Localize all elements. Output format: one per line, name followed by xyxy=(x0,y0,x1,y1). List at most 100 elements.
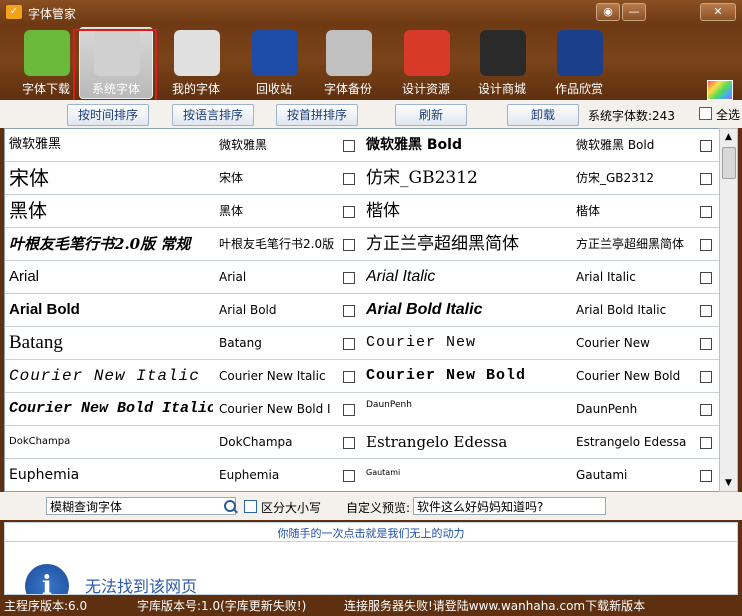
library-version: 字库版本号:1.0(字库更新失败!) xyxy=(137,599,307,613)
select-all-checkbox[interactable] xyxy=(699,107,712,120)
case-sensitive-label: 区分大小写 xyxy=(261,501,322,515)
font-select-checkbox[interactable] xyxy=(343,305,355,317)
font-select-checkbox[interactable] xyxy=(700,272,712,284)
font-select-checkbox[interactable] xyxy=(700,140,712,152)
font-row: Arial Arial Arial Italic Arial Italic xyxy=(5,261,719,294)
toolbar-item[interactable]: 我的字体 xyxy=(160,28,232,98)
font-row: 宋体 宋体 仿宋_GB2312 仿宋_GB2312 xyxy=(5,162,719,195)
font-select-checkbox[interactable] xyxy=(700,173,712,185)
sort-by-time-button[interactable]: 按时间排序 xyxy=(67,104,149,126)
font-sample-preview: DokChampa xyxy=(9,436,71,447)
scroll-up-arrow-icon[interactable]: ▲ xyxy=(720,129,737,145)
font-select-checkbox[interactable] xyxy=(343,371,355,383)
font-sample-preview: Arial Italic xyxy=(366,268,436,285)
toolbar-item[interactable]: 字体备份 xyxy=(312,28,384,98)
slogan-text[interactable]: 你随手的一次点击就是我们无上的动力 xyxy=(5,525,737,541)
font-select-checkbox[interactable] xyxy=(343,173,355,185)
font-select-checkbox[interactable] xyxy=(700,437,712,449)
download-arrow-icon xyxy=(24,30,70,76)
custom-preview-input[interactable]: 软件这么好妈妈知道吗? xyxy=(413,497,606,515)
font-select-checkbox[interactable] xyxy=(700,470,712,482)
font-name-label: 微软雅黑 Bold xyxy=(576,138,655,152)
font-sample-preview: 微软雅黑 xyxy=(9,137,62,152)
font-select-checkbox[interactable] xyxy=(343,140,355,152)
font-name-label: 叶根友毛笔行书2.0版 xyxy=(219,237,335,251)
font-name-label: Courier New Bold xyxy=(576,369,681,383)
font-select-checkbox[interactable] xyxy=(343,338,355,350)
font-row: Euphemia Euphemia Gautami Gautami xyxy=(5,459,719,491)
toolbar-item[interactable]: 设计资源 xyxy=(390,28,462,98)
toolbar-item[interactable]: 回收站 xyxy=(238,28,310,98)
sort-by-pinyin-button[interactable]: 按首拼排序 xyxy=(276,104,358,126)
program-version: 主程序版本:6.0 xyxy=(4,599,88,613)
font-select-checkbox[interactable] xyxy=(700,404,712,416)
font-select-checkbox[interactable] xyxy=(343,239,355,251)
font-select-checkbox[interactable] xyxy=(343,206,355,218)
font-name-label: Arial Bold xyxy=(219,303,277,317)
tmall-cat-icon xyxy=(480,30,526,76)
font-select-checkbox[interactable] xyxy=(700,239,712,251)
title-bar: ✓ 字体管家 ◉ — ✕ xyxy=(0,0,742,26)
font-select-checkbox[interactable] xyxy=(343,470,355,482)
font-name-label: DaunPenh xyxy=(576,402,638,416)
fuzzy-search-input[interactable]: 模糊查询字体 xyxy=(46,497,236,515)
window-title: 字体管家 xyxy=(28,7,77,21)
slogan-bar: 你随手的一次点击就是我们无上的动力 xyxy=(4,522,738,542)
sort-by-language-button[interactable]: 按语言排序 xyxy=(172,104,254,126)
font-select-checkbox[interactable] xyxy=(700,206,712,218)
font-name-label: Courier New Bold I xyxy=(219,402,331,416)
photoshop-ps-icon xyxy=(557,30,603,76)
font-sample-preview: Arial Bold Italic xyxy=(366,301,483,318)
font-sample-preview: Courier New Bold Italic xyxy=(9,400,213,417)
page-not-found-message: 无法找到该网页 xyxy=(85,577,198,595)
house-icon xyxy=(404,30,450,76)
toolbar-item[interactable]: 作品欣赏 xyxy=(543,28,615,98)
status-bar: 主程序版本:6.0 字库版本号:1.0(字库更新失败!) 连接服务器失败!请登陆… xyxy=(0,594,742,616)
font-sample-preview: Arial Bold xyxy=(9,301,80,318)
toolbar-item-label: 回收站 xyxy=(255,82,292,96)
font-select-checkbox[interactable] xyxy=(700,371,712,383)
font-name-label: 仿宋_GB2312 xyxy=(576,171,655,185)
font-sample-preview: 微软雅黑 Bold xyxy=(366,137,462,153)
case-sensitive-checkbox[interactable] xyxy=(244,500,257,513)
font-row: 微软雅黑 微软雅黑 微软雅黑 Bold 微软雅黑 Bold xyxy=(5,129,719,162)
font-name-label: Courier New xyxy=(576,336,650,350)
font-name-label: DokChampa xyxy=(219,435,293,449)
font-row: DokChampa DokChampa Estrangelo Edessa Estra… xyxy=(5,426,719,459)
font-sample-preview: 方正兰亭超细黑简体 xyxy=(366,234,519,254)
sort-bar: 按时间排序 按语言排序 按首拼排序 刷新 卸载 系统字体数:243 全选 xyxy=(0,100,742,128)
font-name-label: Arial Italic xyxy=(576,270,636,284)
uninstall-button[interactable]: 卸载 xyxy=(507,104,579,126)
font-name-label: Arial xyxy=(219,270,247,284)
font-sample-preview: Euphemia xyxy=(9,467,80,483)
font-name-label: 黑体 xyxy=(219,204,244,218)
font-select-checkbox[interactable] xyxy=(343,404,355,416)
search-bar: 模糊查询字体 区分大小写 自定义预览: 软件这么好妈妈知道吗? xyxy=(0,492,742,520)
refresh-button[interactable]: 刷新 xyxy=(395,104,467,126)
scroll-down-arrow-icon[interactable]: ▼ xyxy=(720,475,737,491)
font-sample-preview: Courier New Bold xyxy=(366,367,527,384)
toolbar-item-label: 字体下载 xyxy=(21,82,70,96)
close-button[interactable]: ✕ xyxy=(700,3,736,21)
list-scrollbar[interactable]: ▲ ▼ xyxy=(719,128,738,492)
toolbar-item-label: 设计商城 xyxy=(477,82,526,96)
toolbar-item[interactable]: 字体下载 xyxy=(10,28,82,98)
search-icon[interactable] xyxy=(224,500,236,512)
font-select-checkbox[interactable] xyxy=(343,272,355,284)
font-name-label: 宋体 xyxy=(219,171,244,185)
font-sample-preview: DaunPenh xyxy=(366,400,412,410)
font-select-checkbox[interactable] xyxy=(700,305,712,317)
toolbar-item-label: 设计资源 xyxy=(401,82,450,96)
toolbar-item[interactable]: 设计商城 xyxy=(466,28,538,98)
font-select-checkbox[interactable] xyxy=(343,437,355,449)
font-sample-preview: Gautami xyxy=(366,468,401,477)
scroll-thumb[interactable] xyxy=(722,147,736,179)
color-theme-icon[interactable] xyxy=(707,80,733,100)
font-name-label: Courier New Italic xyxy=(219,369,326,383)
font-row: Courier New Bold Italic Courier New Bold … xyxy=(5,393,719,426)
font-row: Batang Batang Courier New Courier New xyxy=(5,327,719,360)
minimize-button[interactable]: — xyxy=(622,3,646,21)
font-list: 微软雅黑 微软雅黑 微软雅黑 Bold 微软雅黑 Bold 宋体 宋体 仿宋_GB2312 仿… xyxy=(4,128,720,492)
skin-button[interactable]: ◉ xyxy=(596,3,620,21)
font-select-checkbox[interactable] xyxy=(700,338,712,350)
